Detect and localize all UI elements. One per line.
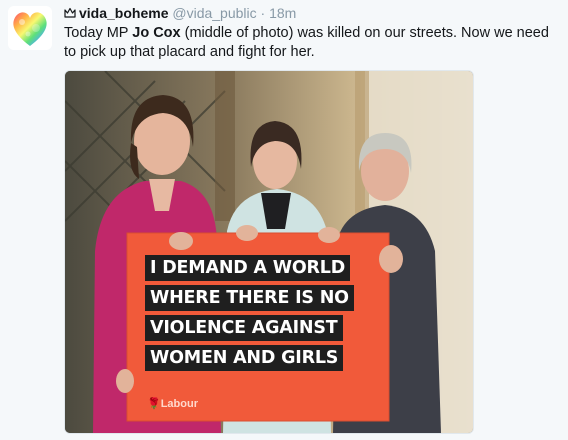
placard-line: I DEMAND A WORLD <box>145 255 351 281</box>
separator-dot: · <box>260 5 266 21</box>
placard-slogan: I DEMAND A WORLD WHERE THERE IS NO VIOLE… <box>145 255 365 375</box>
avatar[interactable] <box>8 6 52 50</box>
tweet-text-start: Today MP <box>64 25 133 41</box>
labour-logo: 🌹Labour <box>147 398 198 410</box>
timestamp[interactable]: 18m <box>269 5 296 21</box>
labour-logo-text: Labour <box>160 398 198 410</box>
tweet-photo[interactable]: I DEMAND A WORLD WHERE THERE IS NO VIOLE… <box>64 70 474 434</box>
crown-icon <box>64 7 76 18</box>
tweet-text: Today MP Jo Cox (middle of photo) was ki… <box>64 24 560 62</box>
user-handle[interactable]: @vida_public <box>172 5 256 21</box>
tweet-header: vida_boheme @vida_public · 18m <box>64 4 296 22</box>
mentioned-name: Jo Cox <box>132 25 181 41</box>
tweet: vida_boheme @vida_public · 18m Today MP … <box>0 0 568 440</box>
placard-line: WHERE THERE IS NO <box>145 285 354 311</box>
photo-illustration <box>65 71 473 433</box>
rainbow-heart-icon <box>8 6 52 50</box>
display-name[interactable]: vida_boheme <box>79 5 168 21</box>
placard-line: WOMEN AND GIRLS <box>145 345 344 371</box>
placard-line: VIOLENCE AGAINST <box>145 315 343 341</box>
